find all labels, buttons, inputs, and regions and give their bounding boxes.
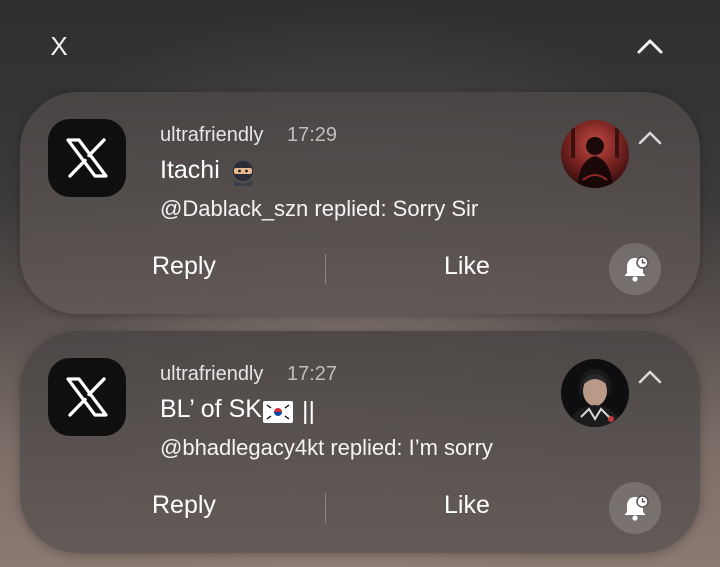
chevron-up-icon	[637, 39, 663, 54]
action-divider	[325, 493, 326, 523]
avatar[interactable]	[561, 359, 629, 427]
x-logo-icon	[48, 119, 126, 197]
chevron-up-icon	[638, 131, 662, 145]
notification-title: Itachi	[160, 156, 220, 184]
expand-notification-button[interactable]	[635, 126, 665, 150]
title-suffix: ||	[302, 397, 315, 425]
notification-body: @Dablack_szn replied: Sorry Sir	[160, 196, 479, 221]
notification-card[interactable]: ultrafriendly 17:29 Itachi @Dablack_szn …	[20, 92, 700, 314]
notification-sender: ultrafriendly	[160, 124, 264, 146]
action-divider	[325, 254, 326, 284]
notification-time: 17:27	[287, 363, 338, 385]
bell-snooze-icon	[624, 256, 649, 282]
snooze-button[interactable]	[609, 482, 661, 534]
avatar-image	[561, 359, 629, 427]
notification-body: @bhadlegacy4kt replied: I’m sorry	[160, 435, 493, 460]
reply-button[interactable]: Reply	[152, 491, 216, 520]
snooze-button[interactable]	[609, 243, 661, 295]
avatar-image	[561, 120, 629, 188]
bell-snooze-icon	[624, 495, 649, 521]
collapse-all-button[interactable]	[632, 30, 668, 62]
notification-card[interactable]: ultrafriendly 17:27 BL’ of SK || @bhadle…	[20, 331, 700, 553]
like-button[interactable]: Like	[444, 252, 490, 281]
expand-notification-button[interactable]	[635, 365, 665, 389]
ninja-emoji-icon	[233, 161, 253, 186]
notification-sender: ultrafriendly	[160, 363, 264, 385]
reply-button[interactable]: Reply	[152, 252, 216, 281]
notification-time: 17:29	[287, 124, 338, 146]
chevron-up-icon	[638, 370, 662, 384]
like-button[interactable]: Like	[444, 491, 490, 520]
notification-title: BL’ of SK	[160, 395, 262, 423]
avatar[interactable]	[561, 120, 629, 188]
south-korea-flag-icon	[263, 401, 293, 423]
x-logo-icon	[48, 358, 126, 436]
close-button[interactable]: X	[46, 28, 72, 64]
